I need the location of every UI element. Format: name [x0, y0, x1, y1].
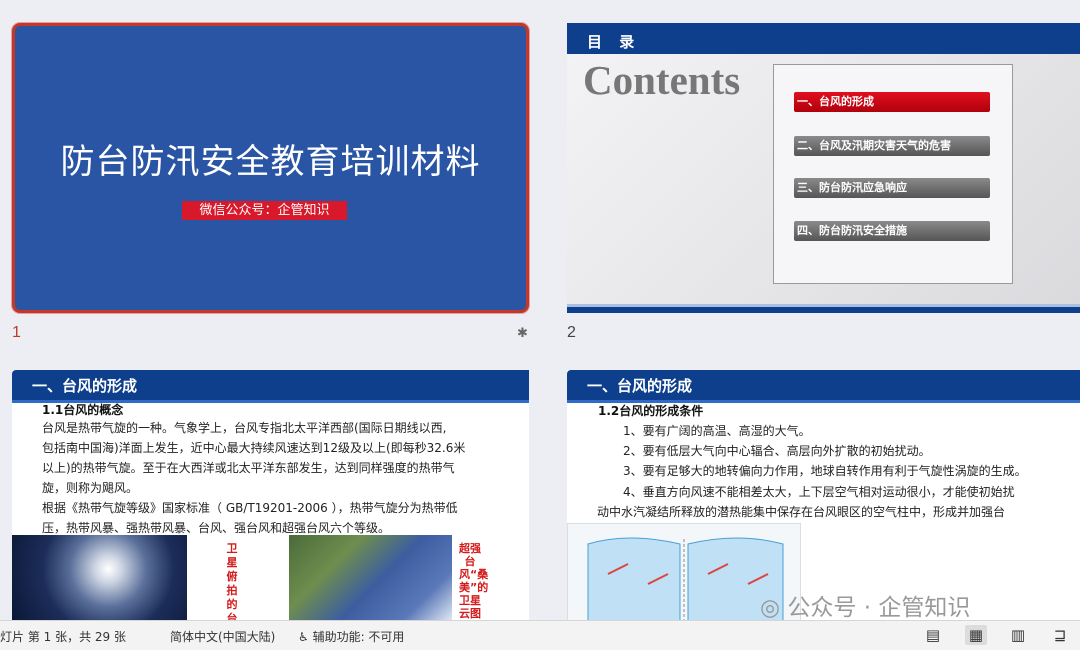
body-line: 1、要有广阔的高温、高湿的大气。	[623, 424, 811, 438]
body-line: 4、垂直方向风速不能相差太大，上下层空气相对运动很小，才能使初始扰	[623, 485, 1015, 499]
language-indicator[interactable]: 简体中文(中国大陆)	[170, 628, 275, 645]
toc-item: 一、台风的形成	[794, 92, 990, 112]
reading-view-icon[interactable]: ▥	[1007, 625, 1029, 645]
watermark-text: 公众号 · 企管知识	[787, 595, 971, 621]
slide-thumbnail-3[interactable]: 一、台风的形成 1.1台风的概念 台风是热带气旋的一种。气象学上，台风专指北太平…	[12, 370, 529, 620]
body-line: 3、要有足够大的地转偏向力作用，地球自转作用有利于气旋性涡旋的生成。	[623, 464, 1027, 478]
section-title: 1.2台风的形成条件	[598, 404, 704, 418]
title-band	[567, 23, 1080, 54]
section-title: 1.1台风的概念	[42, 403, 124, 417]
accessibility-label: 辅助功能: 不可用	[312, 630, 405, 644]
slideshow-icon[interactable]: ⊒	[1049, 625, 1071, 645]
body-line: 动中水汽凝结所释放的潜热能集中保存在台风眼区的空气柱中，形成并加强台	[597, 505, 1006, 519]
toc-item: 二、台风及汛期灾害天气的危害	[794, 136, 990, 156]
slide-title: 防台防汛安全教育培训材料	[60, 142, 481, 182]
toc-item: 三、防台防汛应急响应	[794, 178, 990, 198]
accessibility-status[interactable]: ♿ 辅助功能: 不可用	[298, 628, 404, 645]
slide-thumbnail-1[interactable]: 防台防汛安全教育培训材料 微信公众号：企管知识	[12, 23, 529, 313]
slide-count: 灯片 第 1 张，共 29 张	[0, 630, 126, 644]
body-line: 包括南中国海)洋面上发生，近中心最大持续风速达到12级及以上(即每秒32.6米	[42, 441, 466, 455]
toc-item: 四、防台防汛安全措施	[794, 221, 990, 241]
slide-subtitle: 微信公众号：企管知识	[182, 201, 347, 220]
body-line: 台风是热带气旋的一种。气象学上，台风专指北太平洋西部(国际日期线以西,	[42, 421, 447, 435]
image-caption: 卫星俯拍的台	[226, 542, 238, 620]
band-label: 目 录	[587, 33, 641, 51]
slide-thumbnail-2[interactable]: 目 录 Contents 一、台风的形成 二、台风及汛期灾害天气的危害 三、防台…	[567, 23, 1080, 313]
body-line: 2、要有低层大气向中心辐合、高层向外扩散的初始扰动。	[623, 444, 931, 458]
contents-heading: Contents	[583, 57, 741, 103]
slide-sorter-icon[interactable]: ▦	[965, 625, 987, 645]
slide-header: 一、台风的形成	[12, 370, 529, 403]
satellite-image	[12, 535, 187, 620]
body-line: 根据《热带气旋等级》国家标准（ GB/T19201-2006 ），热带气旋分为热…	[42, 501, 458, 515]
wechat-icon: ◎	[760, 595, 788, 621]
slide-header: 一、台风的形成	[567, 370, 1080, 403]
slide-header-text: 一、台风的形成	[587, 377, 693, 395]
accessibility-icon: ♿	[298, 630, 313, 644]
cloud-map-image	[289, 535, 452, 620]
watermark: ◎ 公众号 · 企管知识	[760, 588, 970, 622]
star-icon: ✱	[517, 326, 528, 341]
bottom-band	[567, 307, 1080, 313]
body-line: 以上)的热带气旋。至于在大西洋或北太平洋东部发生，达到同样强度的热带气	[42, 461, 455, 475]
normal-view-icon[interactable]: ▤	[922, 625, 944, 645]
slide-thumbnail-4[interactable]: 一、台风的形成 1.2台风的形成条件 1、要有广阔的高温、高湿的大气。 2、要有…	[567, 370, 1080, 620]
status-bar: 灯片 第 1 张，共 29 张 简体中文(中国大陆) ♿ 辅助功能: 不可用 ▤…	[0, 620, 1080, 650]
body-text: 台风是热带气旋的一种。气象学上，台风专指北太平洋西部(国际日期线以西, 包括南中…	[42, 418, 502, 538]
body-line: 旋，则称为飓风。	[42, 481, 139, 495]
slide-header-text: 一、台风的形成	[32, 377, 138, 395]
slide-number: 2	[567, 324, 576, 341]
image-caption: 超强台风“桑美”的卫星云图	[459, 542, 489, 620]
slide-number: 1	[12, 324, 21, 341]
